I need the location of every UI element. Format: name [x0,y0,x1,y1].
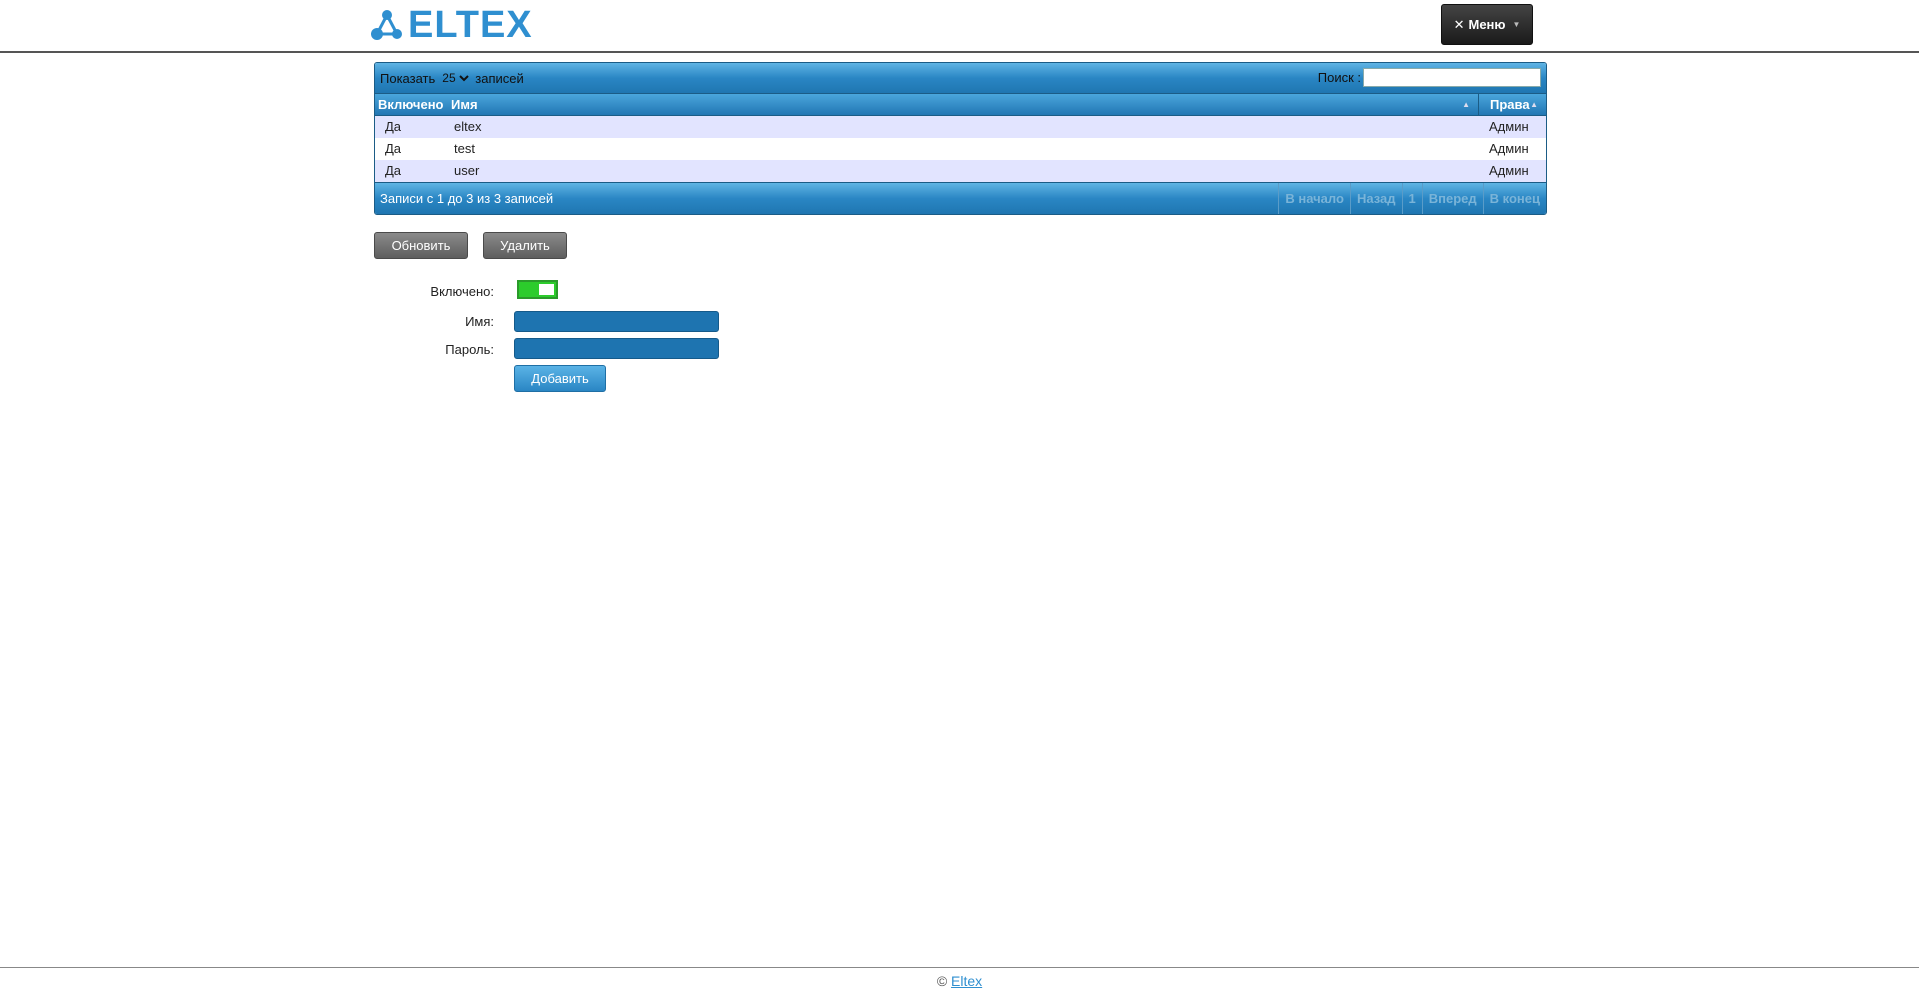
copyright-symbol: © [936,973,948,989]
table-row[interactable]: Да test Админ [375,138,1546,160]
cell-enabled: Да [385,163,402,178]
column-header-enabled[interactable]: Включено [375,94,448,115]
column-header-rights[interactable]: Права ▲ [1479,94,1546,115]
delete-button[interactable]: Удалить [483,232,567,259]
table-info: Записи с 1 до 3 из 3 записей [380,191,554,206]
table-row[interactable]: Да user Админ [375,160,1546,182]
cell-rights: Админ [1489,163,1529,178]
table-toolbar: Показать 25 записей Поиск : [375,63,1546,94]
refresh-button[interactable]: Обновить [374,232,468,259]
menu-label: Меню [1468,17,1506,32]
cell-enabled: Да [385,141,402,156]
table-header: Включено Имя ▲ Права ▲ [375,94,1546,116]
pager-prev[interactable]: Назад [1349,183,1402,214]
pagination: В начало Назад 1 Вперед В конец [1278,183,1546,214]
cell-rights: Админ [1489,141,1529,156]
toggle-knob [539,284,554,295]
page-footer: © Eltex [0,967,1919,995]
top-header: ELTEX ✕ Меню ▼ [0,0,1919,53]
column-header-name[interactable]: Имя ▲ [448,94,1479,115]
eltex-logo[interactable]: ELTEX [370,4,533,46]
table-footer: Записи с 1 до 3 из 3 записей В начало На… [375,182,1546,214]
length-select[interactable]: 25 [438,69,473,87]
eltex-link[interactable]: Eltex [951,973,982,989]
table-row[interactable]: Да eltex Админ [375,116,1546,138]
users-table: Показать 25 записей Поиск : Включено Имя… [374,62,1547,215]
cell-name: user [454,163,480,178]
add-button[interactable]: Добавить [514,365,606,392]
enabled-toggle[interactable] [517,280,558,299]
cell-name: test [454,141,475,156]
records-label: записей [475,70,524,86]
sort-asc-icon: ▲ [1462,100,1470,109]
chevron-down-icon: ▼ [1512,20,1521,29]
pager-next[interactable]: Вперед [1421,183,1483,214]
name-field[interactable] [514,311,719,332]
cell-name: eltex [454,119,482,134]
pager-first[interactable]: В начало [1278,183,1350,214]
cell-rights: Админ [1489,119,1529,134]
tools-icon: ✕ [1453,16,1465,32]
name-label: Имя: [465,314,494,329]
search-input[interactable] [1363,68,1541,87]
enabled-label: Включено: [430,284,494,299]
password-label: Пароль: [445,342,494,357]
pager-page[interactable]: 1 [1401,183,1422,214]
logo-text: ELTEX [408,4,533,46]
password-field[interactable] [514,338,719,359]
length-label: Показать [380,70,436,86]
length-control: Показать 25 записей [380,69,524,87]
search-control: Поиск : [1318,68,1541,87]
cell-enabled: Да [385,119,402,134]
menu-button[interactable]: ✕ Меню ▼ [1441,4,1533,45]
search-label: Поиск : [1317,70,1361,85]
sort-icon: ▲ [1530,100,1538,109]
eltex-logo-icon [371,10,402,40]
pager-last[interactable]: В конец [1482,183,1546,214]
